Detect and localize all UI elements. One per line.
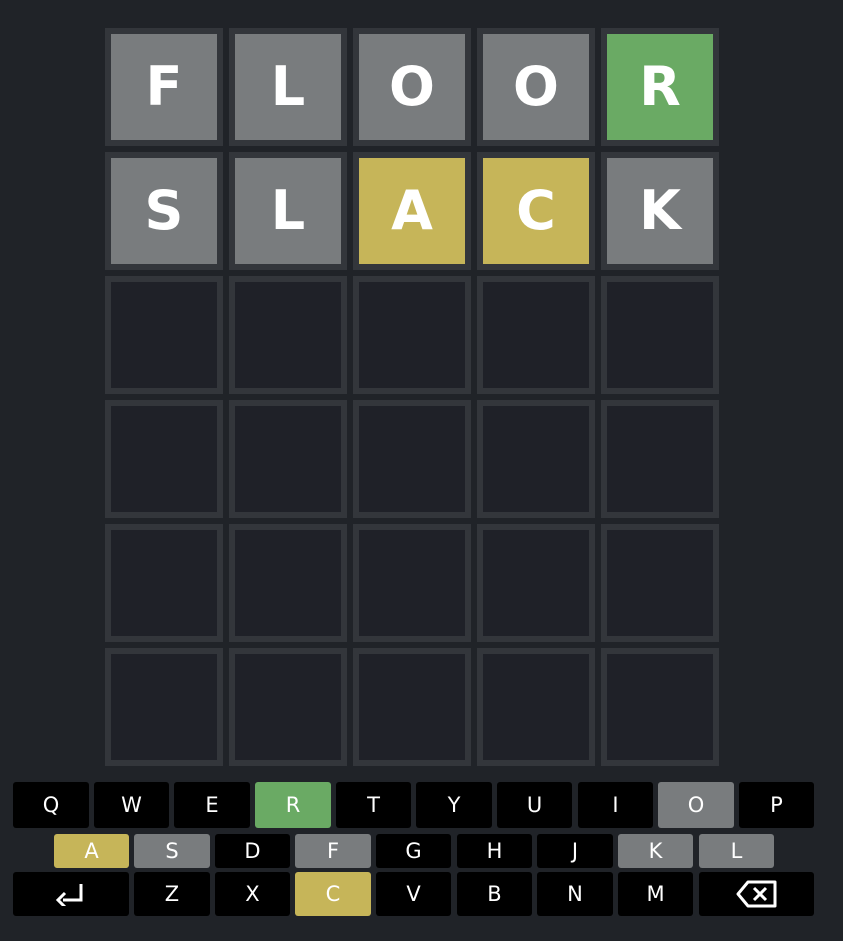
empty-tile xyxy=(477,524,595,642)
empty-tile xyxy=(601,400,719,518)
key-g[interactable]: G xyxy=(376,834,451,868)
enter-key[interactable] xyxy=(13,872,129,916)
letter-tile: F xyxy=(105,28,223,146)
key-v[interactable]: V xyxy=(376,872,451,916)
empty-tile xyxy=(477,400,595,518)
key-r[interactable]: R xyxy=(255,782,331,828)
letter-tile: K xyxy=(601,152,719,270)
key-x[interactable]: X xyxy=(215,872,290,916)
letter-tile: O xyxy=(477,28,595,146)
empty-tile xyxy=(601,648,719,766)
key-j[interactable]: J xyxy=(537,834,613,868)
key-z[interactable]: Z xyxy=(134,872,210,916)
game-board: FLOORSLACK xyxy=(105,28,719,766)
key-d[interactable]: D xyxy=(215,834,290,868)
letter-tile: S xyxy=(105,152,223,270)
key-y[interactable]: Y xyxy=(416,782,492,828)
key-c[interactable]: C xyxy=(295,872,371,916)
empty-tile xyxy=(229,524,347,642)
key-a[interactable]: A xyxy=(54,834,129,868)
key-m[interactable]: M xyxy=(618,872,693,916)
key-e[interactable]: E xyxy=(174,782,250,828)
empty-tile xyxy=(353,524,471,642)
backspace-key[interactable] xyxy=(699,872,814,916)
empty-tile xyxy=(229,400,347,518)
key-w[interactable]: W xyxy=(94,782,169,828)
empty-tile xyxy=(105,276,223,394)
key-t[interactable]: T xyxy=(336,782,411,828)
keyboard-row-2: ASDFGHJKL xyxy=(13,834,814,868)
empty-tile xyxy=(353,648,471,766)
enter-icon xyxy=(55,882,87,906)
empty-tile xyxy=(601,524,719,642)
empty-tile xyxy=(353,276,471,394)
key-p[interactable]: P xyxy=(739,782,814,828)
letter-tile: R xyxy=(601,28,719,146)
key-f[interactable]: F xyxy=(295,834,371,868)
key-n[interactable]: N xyxy=(537,872,613,916)
empty-tile xyxy=(105,524,223,642)
key-h[interactable]: H xyxy=(457,834,532,868)
backspace-icon xyxy=(736,880,778,908)
key-k[interactable]: K xyxy=(618,834,693,868)
empty-tile xyxy=(353,400,471,518)
letter-tile: C xyxy=(477,152,595,270)
empty-tile xyxy=(105,648,223,766)
keyboard-row-3: ZXCVBNM xyxy=(13,872,814,916)
key-i[interactable]: I xyxy=(578,782,653,828)
keyboard-row-1: QWERTYUIOP xyxy=(13,782,814,828)
empty-tile xyxy=(229,276,347,394)
empty-tile xyxy=(477,276,595,394)
key-s[interactable]: S xyxy=(134,834,210,868)
empty-tile xyxy=(105,400,223,518)
key-o[interactable]: O xyxy=(658,782,734,828)
empty-tile xyxy=(477,648,595,766)
empty-tile xyxy=(229,648,347,766)
key-q[interactable]: Q xyxy=(13,782,89,828)
key-l[interactable]: L xyxy=(699,834,774,868)
key-u[interactable]: U xyxy=(497,782,572,828)
letter-tile: O xyxy=(353,28,471,146)
key-b[interactable]: B xyxy=(457,872,532,916)
empty-tile xyxy=(601,276,719,394)
letter-tile: A xyxy=(353,152,471,270)
letter-tile: L xyxy=(229,152,347,270)
letter-tile: L xyxy=(229,28,347,146)
